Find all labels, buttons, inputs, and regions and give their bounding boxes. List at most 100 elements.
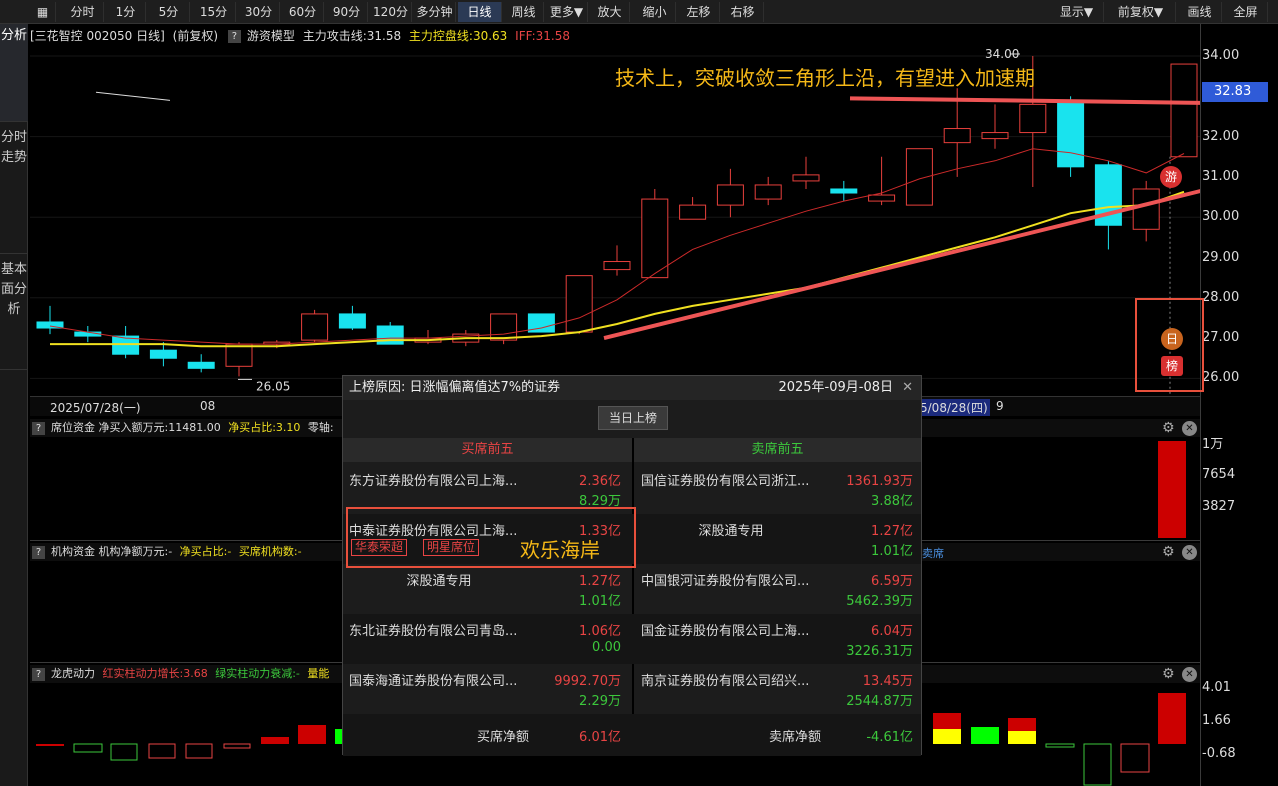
candle-body (679, 204, 707, 220)
panel1-help-icon[interactable]: ? (32, 421, 45, 435)
panel2-close-icon[interactable]: ✕ (1182, 545, 1197, 560)
sell-seat-buy: 2544.87万 (846, 694, 913, 709)
move-left-button[interactable]: 左移 (678, 2, 720, 22)
period-5[interactable]: 30分 (238, 2, 280, 22)
buy-seat-sell: 0.00 (592, 640, 621, 655)
candle-body (641, 198, 669, 279)
price-tick: 26.00 (1202, 370, 1240, 385)
buy-seat-buy: 9992.70万 (554, 674, 621, 689)
buy-seat-sell: 1.01亿 (579, 594, 621, 609)
panel3-settings-icon[interactable]: ⚙ (1162, 666, 1175, 682)
panel1-ratio: 净买占比:3.10 (228, 421, 301, 434)
candle-body (868, 194, 896, 202)
sell-seat-name: 深股通专用 (698, 524, 764, 539)
buy-seat-buy: 2.36亿 (579, 474, 621, 489)
popup-close-icon[interactable]: ✕ (902, 376, 913, 400)
buy-seat-sell: 2.29万 (579, 694, 621, 709)
dt-bar (1045, 743, 1075, 748)
price-tick: 31.00 (1202, 169, 1240, 184)
candle-body (792, 174, 820, 182)
sell-seat-name: 国金证券股份有限公司上海... (641, 624, 810, 639)
period-6[interactable]: 60分 (282, 2, 324, 22)
buy-seat-name: 国泰海通证券股份有限公司... (349, 674, 518, 689)
candle-body (754, 184, 782, 200)
panel3-help-icon[interactable]: ? (32, 667, 45, 681)
candle-body (1170, 63, 1198, 158)
period-11[interactable]: 周线 (504, 2, 544, 22)
panel1-tick: 7654 (1202, 467, 1236, 482)
today-list-button[interactable]: 当日上榜 (598, 406, 668, 430)
period-4[interactable]: 15分 (192, 2, 236, 22)
draw-button[interactable]: 画线 (1178, 2, 1222, 22)
side-tab-fundamental[interactable]: 基本面分析 (0, 254, 28, 370)
price-tick: 29.00 (1202, 250, 1240, 265)
price-tick: 32.00 (1202, 129, 1240, 144)
period-2[interactable]: 1分 (106, 2, 146, 22)
candle-body (338, 313, 366, 329)
move-right-button[interactable]: 右移 (722, 2, 764, 22)
candle-body (490, 313, 518, 341)
period-8[interactable]: 120分 (370, 2, 412, 22)
more-menu[interactable]: 更多▼ (546, 2, 588, 22)
panel2-settings-icon[interactable]: ⚙ (1162, 544, 1175, 560)
panel1-title: 席位资金 净买入额万元:11481.00 (51, 421, 221, 434)
kline-chart[interactable]: 34.0026.05 (30, 46, 1200, 396)
candle-body (187, 361, 215, 369)
candle-body (716, 184, 744, 206)
period-10[interactable]: 日线 (458, 2, 502, 22)
circle-annotation-label: 欢乐海岸 (520, 538, 600, 562)
adjust-menu[interactable]: 前复权▼ (1106, 2, 1176, 22)
model-help-icon[interactable]: ? (227, 30, 241, 43)
price-tick: 30.00 (1202, 209, 1240, 224)
annotation-text: 技术上，突破收敛三角形上沿，有望进入加速期 (615, 66, 1035, 90)
sell-seat-sell: 6.04万 (871, 624, 913, 639)
panel2-ratio: 净买占比:- (179, 545, 232, 558)
candle-body (149, 349, 177, 359)
dt-bar (933, 729, 961, 744)
buy-header: 买席前五 (343, 438, 632, 462)
sell-seat-buy: 3.88亿 (871, 494, 913, 509)
axis-separator (1200, 24, 1201, 786)
trend-arrow-upper (849, 96, 1200, 105)
model-name[interactable]: 游资模型 (247, 29, 295, 43)
panel3-title: 龙虎动力 (51, 667, 95, 680)
period-3[interactable]: 5分 (148, 2, 190, 22)
low-price-label: 26.05 (256, 379, 290, 393)
panel1-close-icon[interactable]: ✕ (1182, 421, 1197, 436)
period-9[interactable]: 多分钟 (414, 2, 456, 22)
candle-body (981, 132, 1009, 140)
panel2-help-icon[interactable]: ? (32, 545, 45, 559)
dt-bar (73, 743, 103, 753)
price-tick: 28.00 (1202, 290, 1240, 305)
side-tab-timeshare[interactable]: 分时走势 (0, 122, 28, 254)
price-tick: 27.00 (1202, 330, 1240, 345)
panel3-close-icon[interactable]: ✕ (1182, 667, 1197, 682)
sell-seat-name: 国信证券股份有限公司浙江... (641, 474, 810, 489)
toolbar-grid-icon[interactable]: ▦ (30, 2, 56, 22)
info-bar: [三花智控 002050 日线] (前复权) ? 游资模型 主力攻击线:31.58… (30, 26, 570, 46)
adjust-mode: (前复权) (172, 29, 219, 43)
panel1-settings-icon[interactable]: ⚙ (1162, 420, 1175, 436)
dt-bar (1158, 693, 1186, 744)
candle-body (1057, 99, 1085, 168)
period-1[interactable]: 分时 (62, 2, 104, 22)
list-badge[interactable]: 榜 (1161, 356, 1183, 376)
candle-body (565, 275, 593, 333)
zoom-in-button[interactable]: 放大 (590, 2, 630, 22)
price-tick: 34.00 (1202, 48, 1240, 63)
sell-net-label: 卖席净额 (768, 730, 821, 745)
panel3-tick: 1.66 (1202, 713, 1231, 728)
buy-net-label: 买席净额 (476, 730, 529, 745)
period-7[interactable]: 90分 (326, 2, 368, 22)
candle-body (1019, 103, 1047, 134)
sell-seat-sell: 1361.93万 (846, 474, 913, 489)
fullscreen-button[interactable]: 全屏 (1224, 2, 1268, 22)
dt-bar (223, 743, 251, 749)
dt-bar (36, 744, 64, 746)
daily-badge[interactable]: 日 (1161, 328, 1183, 350)
zoom-out-button[interactable]: 缩小 (634, 2, 676, 22)
youzi-badge[interactable]: 游 (1160, 166, 1182, 188)
popup-title: 上榜原因: 日涨幅偏离值达7%的证券 (349, 380, 561, 395)
display-menu[interactable]: 显示▼ (1050, 2, 1104, 22)
date-right: 5/08/28(四) (918, 399, 990, 416)
